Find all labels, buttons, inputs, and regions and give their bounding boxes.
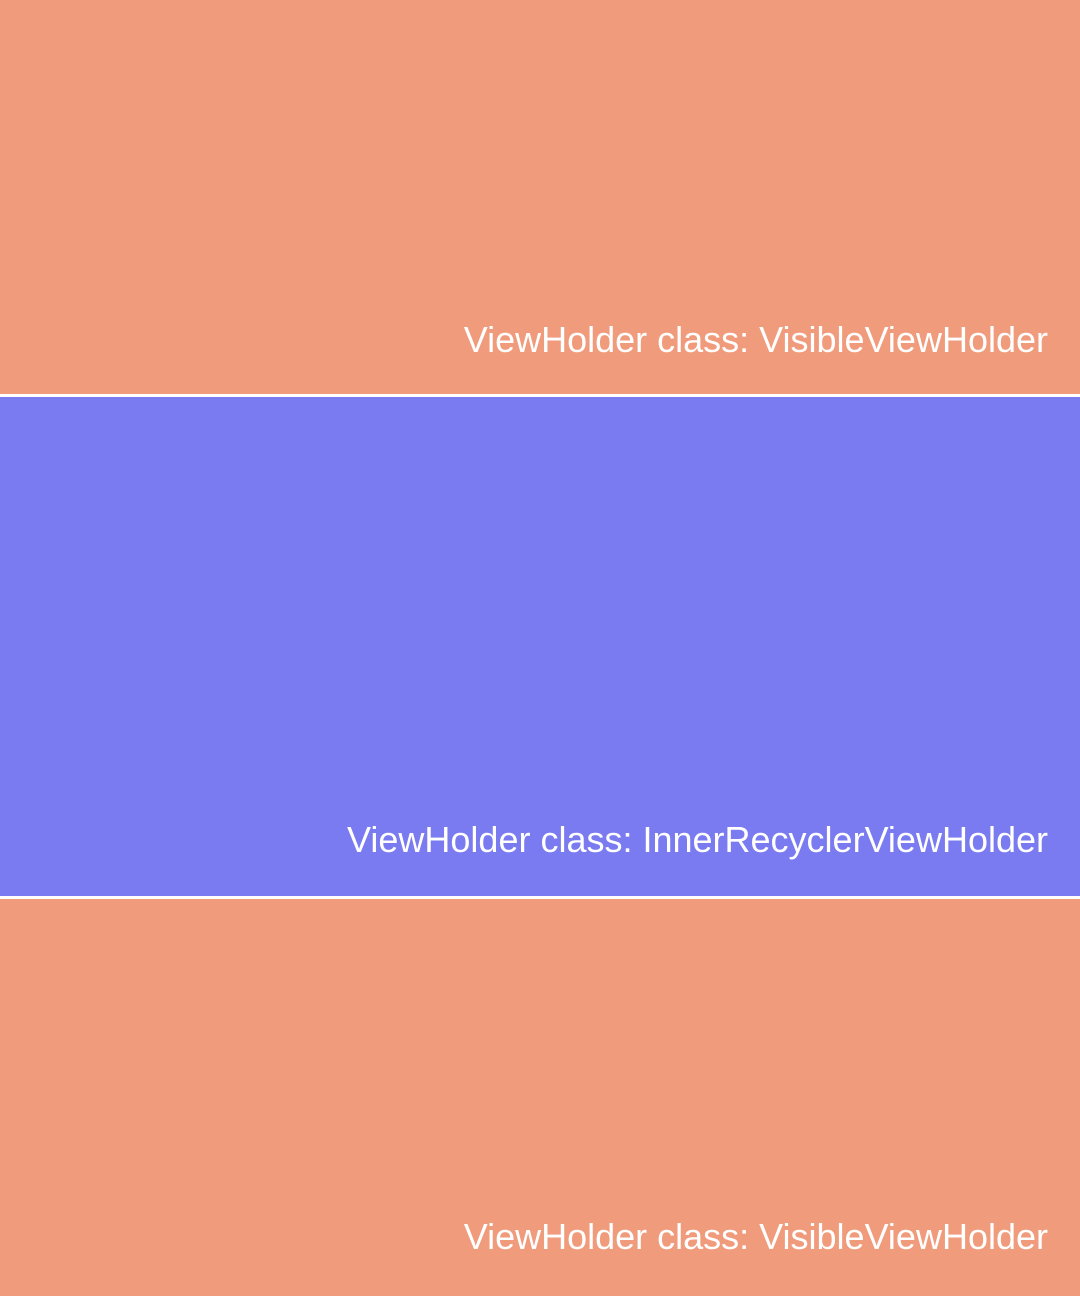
view-holder-class-label: ViewHolder class: InnerRecyclerViewHolde… bbox=[347, 819, 1048, 860]
view-holder-class-label: ViewHolder class: VisibleViewHolder bbox=[463, 319, 1048, 360]
list-item-visible-view-holder[interactable]: ViewHolder class: VisibleViewHolder bbox=[0, 899, 1080, 1296]
list-item-visible-view-holder[interactable]: ViewHolder class: VisibleViewHolder bbox=[0, 0, 1080, 394]
view-holder-class-label: ViewHolder class: VisibleViewHolder bbox=[463, 1216, 1048, 1257]
list-item-inner-recycler-view-holder[interactable]: ViewHolder class: InnerRecyclerViewHolde… bbox=[0, 397, 1080, 896]
recycler-list[interactable]: ViewHolder class: VisibleViewHolder View… bbox=[0, 0, 1080, 1296]
